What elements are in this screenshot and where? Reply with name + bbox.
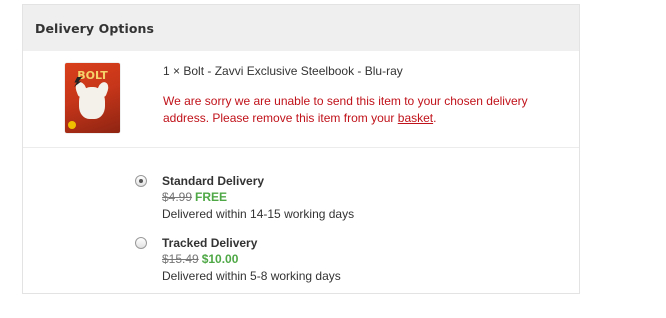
warning-end: . [433, 111, 437, 125]
option-name: Standard Delivery [162, 174, 265, 188]
delivery-options-panel: Delivery Options BOLT 1 × Bolt - Zavvi E… [22, 4, 580, 294]
product-image-logo: BOLT [77, 69, 108, 82]
new-price: FREE [195, 190, 228, 204]
delivery-warning: We are sorry we are unable to send this … [163, 93, 553, 127]
age-rating-icon [68, 121, 76, 129]
product-image: BOLT [65, 63, 120, 133]
option-description: Delivered within 5-8 working days [162, 269, 341, 283]
option-price: $4.99 FREE [162, 189, 354, 206]
option-price: $15.49 $10.00 [162, 251, 341, 268]
section-title: Delivery Options [23, 5, 579, 51]
tracked-delivery-radio[interactable] [135, 237, 147, 249]
warning-text: We are sorry we are unable to send this … [163, 94, 528, 125]
item-title: 1 × Bolt - Zavvi Exclusive Steelbook - B… [163, 64, 403, 78]
dog-illustration [79, 87, 105, 119]
option-description: Delivered within 14-15 working days [162, 207, 355, 221]
old-price: $4.99 [162, 190, 193, 204]
old-price: $15.49 [162, 252, 199, 266]
option-name: Tracked Delivery [162, 236, 258, 250]
basket-item: BOLT 1 × Bolt - Zavvi Exclusive Steelboo… [23, 51, 579, 148]
new-price: $10.00 [201, 252, 239, 266]
basket-link[interactable]: basket [398, 111, 433, 125]
standard-delivery-radio[interactable] [135, 175, 147, 187]
